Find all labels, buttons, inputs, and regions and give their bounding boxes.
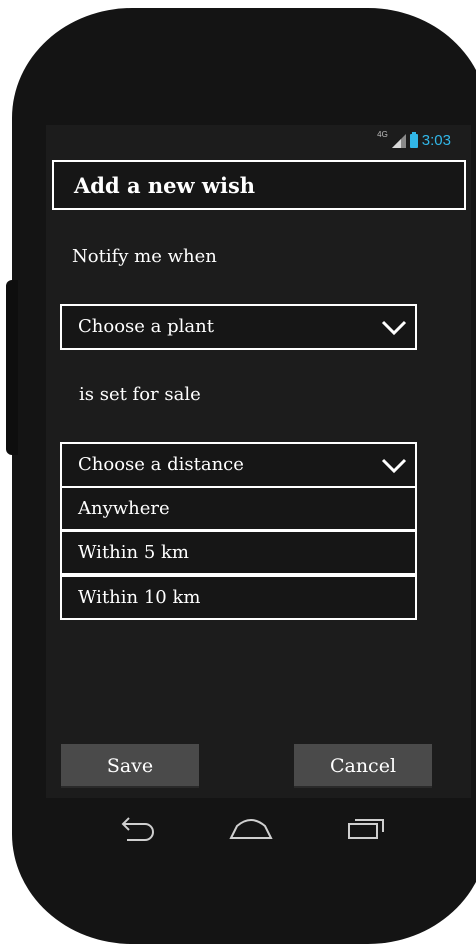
dialog-title-bar: Add a new wish: [52, 160, 466, 210]
chevron-down-icon: [381, 458, 407, 474]
notify-label: Notify me when: [72, 246, 217, 267]
status-bar: 4G 3:03: [46, 130, 471, 156]
distance-select-value: Choose a distance: [78, 454, 244, 475]
distance-option-10km[interactable]: Within 10 km: [60, 575, 417, 620]
back-icon[interactable]: [115, 812, 159, 844]
signal-icon: [391, 133, 406, 148]
status-time: 3:03: [421, 132, 451, 149]
phone-side-button: [6, 280, 18, 455]
option-label: Within 10 km: [78, 587, 201, 608]
battery-icon: [409, 131, 418, 148]
cancel-button[interactable]: Cancel: [294, 744, 432, 788]
dialog-title: Add a new wish: [74, 173, 256, 198]
plant-select[interactable]: Choose a plant: [60, 304, 417, 350]
sale-label: is set for sale: [79, 384, 201, 405]
chevron-down-icon: [381, 320, 407, 336]
distance-select[interactable]: Choose a distance: [60, 442, 417, 488]
save-button[interactable]: Save: [61, 744, 199, 788]
option-label: Within 5 km: [78, 542, 189, 563]
network-type: 4G: [377, 130, 388, 139]
distance-option-5km[interactable]: Within 5 km: [60, 530, 417, 575]
home-icon[interactable]: [229, 812, 273, 844]
distance-option-anywhere[interactable]: Anywhere: [60, 486, 417, 531]
recents-icon[interactable]: [345, 812, 389, 844]
option-label: Anywhere: [78, 498, 170, 519]
plant-select-value: Choose a plant: [78, 316, 214, 337]
